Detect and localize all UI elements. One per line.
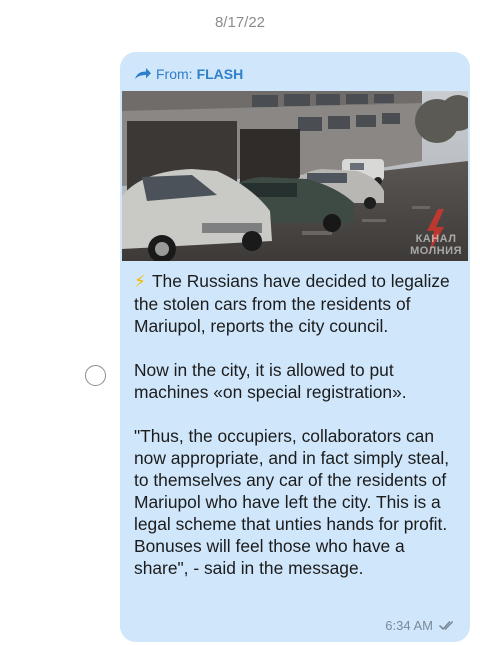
message-meta: 6:34 AM (385, 618, 456, 633)
double-check-icon (439, 621, 453, 630)
message-photo[interactable]: КАНАЛ МОЛНИЯ (122, 91, 468, 261)
forwarded-source-link[interactable]: FLASH (197, 66, 244, 82)
message-bubble[interactable]: From: FLASH КАНАЛ МОЛНИЯ ⚡ The Russians … (120, 52, 470, 642)
message-text: ⚡ The Russians have decided to legalize t… (134, 270, 460, 579)
photo-watermark-line2: МОЛНИЯ (410, 245, 462, 257)
message-select-radio[interactable] (85, 365, 106, 386)
lightning-emoji-icon: ⚡ (134, 272, 146, 291)
message-time: 6:34 AM (385, 618, 433, 633)
photo-watermark: КАНАЛ МОЛНИЯ (410, 233, 462, 257)
forwarded-from-header[interactable]: From: FLASH (134, 65, 243, 83)
forwarded-prefix: From: (156, 66, 193, 82)
photo-watermark-line1: КАНАЛ (415, 233, 457, 245)
message-paragraph: ⚡ The Russians have decided to legalize t… (134, 270, 460, 337)
paragraph-1-text: The Russians have decided to legalize th… (134, 271, 450, 336)
date-header: 8/17/22 (214, 14, 266, 31)
message-paragraph: Now in the city, it is allowed to put ma… (134, 360, 407, 402)
forward-arrow-icon (135, 68, 151, 79)
message-paragraph: "Thus, the occupiers, collaborators can … (134, 426, 450, 578)
